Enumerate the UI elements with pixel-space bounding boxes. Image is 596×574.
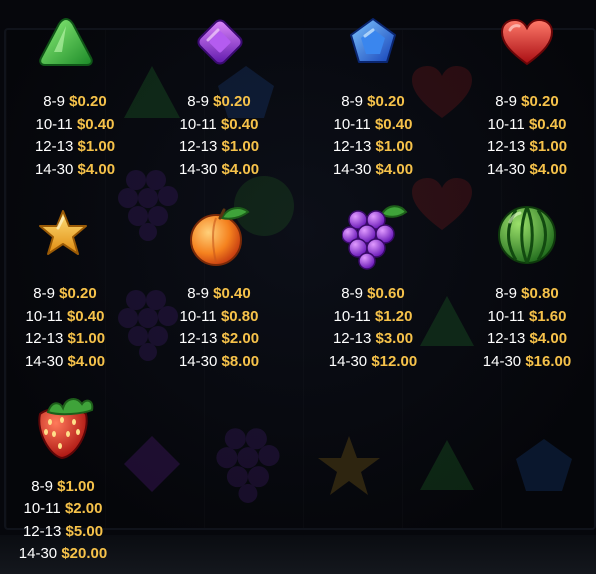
pay-row: 12-13 $4.00 [486, 330, 568, 347]
background-star-icon [318, 436, 380, 495]
pay-row: 8-9 $0.20 [187, 93, 251, 110]
pay-row: 12-13 $1.00 [332, 138, 414, 155]
pay-row: 8-9 $0.20 [43, 93, 107, 110]
pay-row: 10-11 $0.40 [179, 116, 259, 133]
pay-row: 12-13 $5.00 [22, 523, 104, 540]
pay-row: 10-11 $0.40 [333, 116, 413, 133]
green-triangle-gem-icon [38, 16, 94, 68]
paytable-cell-purple-diamond: 8-9 $0.20 10-11 $0.40 12-13 $1.00 14-30 … [144, 0, 294, 190]
pay-row: 10-11 $0.40 [35, 116, 115, 133]
pay-row: 8-9 $0.20 [33, 285, 97, 302]
pay-row: 14-30 $4.00 [332, 161, 414, 178]
red-heart-gem-icon [500, 18, 554, 66]
pay-row: 14-30 $4.00 [178, 161, 260, 178]
paytable-cell-peach: 8-9 $0.40 10-11 $0.80 12-13 $2.00 14-30 … [144, 190, 294, 380]
pay-row: 8-9 $0.80 [495, 285, 559, 302]
strawberry-icon [32, 392, 94, 460]
pay-row: 10-11 $0.40 [487, 116, 567, 133]
paytable-cell-strawberry: 8-9 $1.00 10-11 $2.00 12-13 $5.00 14-30 … [0, 384, 138, 574]
pay-row: 14-30 $4.00 [24, 353, 106, 370]
background-pentagon-icon [516, 439, 572, 491]
paytable-cell-star: 8-9 $0.20 10-11 $0.40 12-13 $1.00 14-30 … [0, 190, 140, 380]
paytable-cell-green-triangle: 8-9 $0.20 10-11 $0.40 12-13 $1.00 14-30 … [0, 0, 150, 190]
blue-pentagon-gem-icon [348, 16, 398, 66]
pay-row: 10-11 $1.20 [333, 308, 413, 325]
pay-row: 8-9 $1.00 [31, 478, 95, 495]
grapes-icon [342, 200, 408, 270]
background-triangle-icon [420, 440, 474, 490]
pay-row: 14-30 $8.00 [178, 353, 260, 370]
pay-row: 14-30 $12.00 [328, 353, 418, 370]
pay-row: 12-13 $1.00 [178, 138, 260, 155]
pay-row: 8-9 $0.20 [341, 93, 405, 110]
pay-row: 8-9 $0.60 [341, 285, 405, 302]
pay-row: 10-11 $1.60 [487, 308, 567, 325]
pay-row: 12-13 $1.00 [34, 138, 116, 155]
pay-row: 12-13 $1.00 [24, 330, 106, 347]
pay-row: 14-30 $16.00 [482, 353, 572, 370]
purple-diamond-gem-icon [194, 16, 246, 68]
pay-row: 8-9 $0.20 [495, 93, 559, 110]
pay-row: 12-13 $2.00 [178, 330, 260, 347]
pay-row: 8-9 $0.40 [187, 285, 251, 302]
pay-row: 14-30 $20.00 [18, 545, 108, 562]
peach-icon [186, 202, 252, 268]
watermelon-icon [496, 204, 558, 266]
pay-row: 12-13 $1.00 [486, 138, 568, 155]
pay-row: 12-13 $3.00 [332, 330, 414, 347]
star-icon [37, 208, 89, 258]
paytable-cell-grapes: 8-9 $0.60 10-11 $1.20 12-13 $3.00 14-30 … [298, 190, 448, 380]
paytable-cell-red-heart: 8-9 $0.20 10-11 $0.40 12-13 $1.00 14-30 … [452, 0, 596, 190]
paytable-cell-blue-pentagon: 8-9 $0.20 10-11 $0.40 12-13 $1.00 14-30 … [298, 0, 448, 190]
pay-row: 10-11 $2.00 [23, 500, 103, 517]
pay-row: 10-11 $0.40 [25, 308, 105, 325]
pay-row: 14-30 $4.00 [34, 161, 116, 178]
pay-row: 10-11 $0.80 [179, 308, 259, 325]
background-grapes-icon [216, 428, 280, 503]
pay-row: 14-30 $4.00 [486, 161, 568, 178]
paytable-cell-watermelon: 8-9 $0.80 10-11 $1.60 12-13 $4.00 14-30 … [452, 190, 596, 380]
